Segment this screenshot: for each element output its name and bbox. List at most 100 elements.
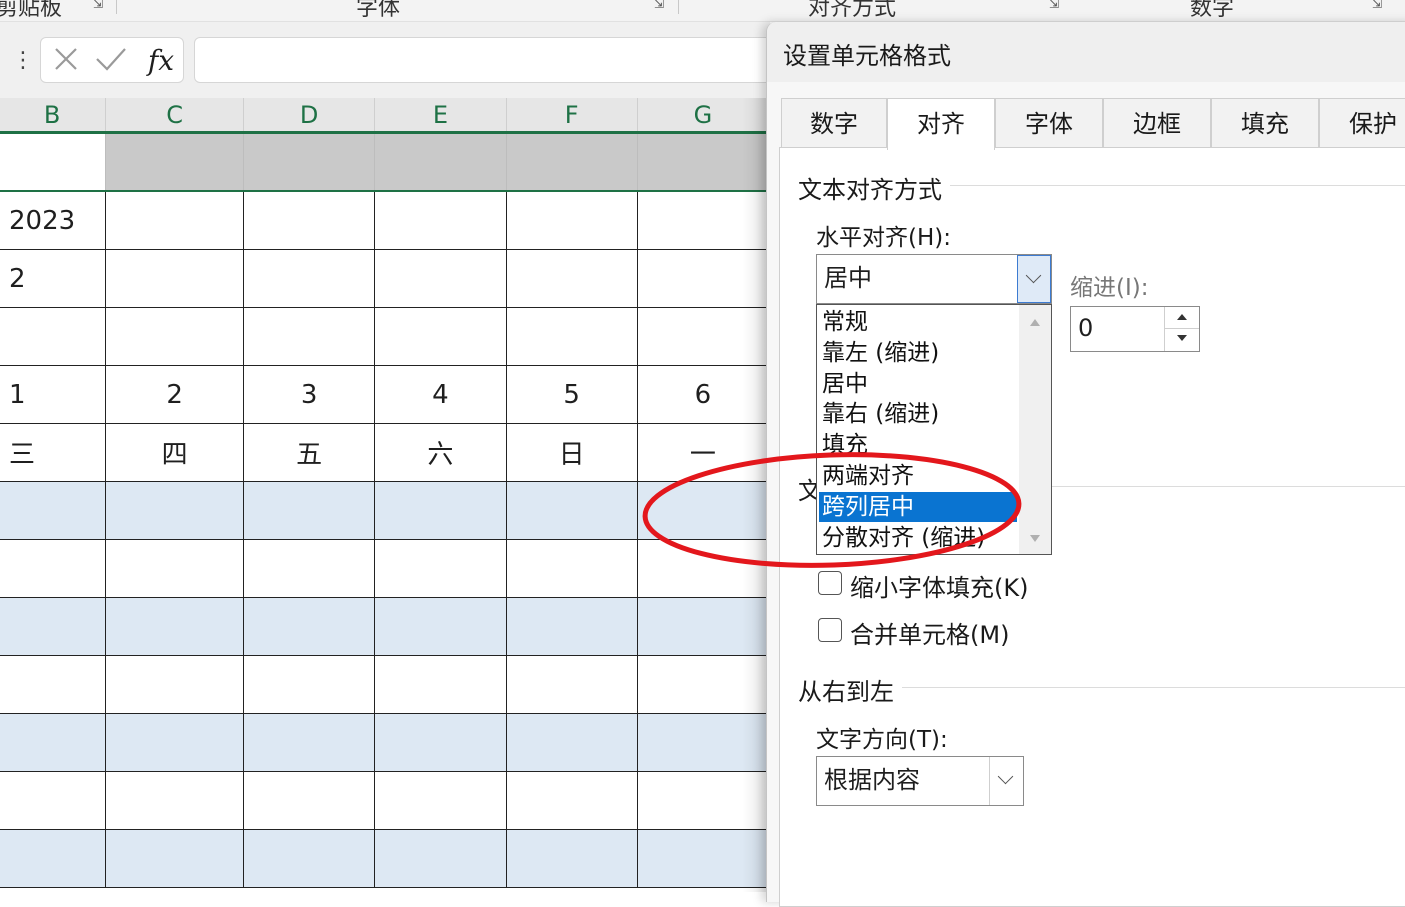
column-header-f[interactable]: F xyxy=(506,98,638,134)
cell[interactable] xyxy=(243,191,376,250)
vertical-ellipsis-icon[interactable]: ⋮ xyxy=(12,48,34,74)
cell[interactable]: 五 xyxy=(243,423,376,482)
cell[interactable] xyxy=(243,307,376,366)
dropdown-scrollbar[interactable] xyxy=(1019,305,1051,554)
cell[interactable] xyxy=(506,655,638,714)
alignment-launcher-icon[interactable]: ⇲ xyxy=(1049,0,1063,10)
dropdown-option[interactable]: 两端对齐 xyxy=(819,461,1009,491)
cell[interactable] xyxy=(374,539,507,598)
cell[interactable] xyxy=(105,597,245,656)
cell[interactable] xyxy=(0,307,107,366)
scroll-down-icon[interactable] xyxy=(1030,535,1040,542)
formula-input[interactable] xyxy=(194,37,774,83)
chevron-down-icon[interactable] xyxy=(989,757,1023,805)
cell[interactable] xyxy=(506,307,638,366)
cell[interactable]: 2 xyxy=(0,249,107,308)
cell[interactable]: 5 xyxy=(506,365,638,424)
increment-icon[interactable] xyxy=(1165,307,1199,329)
cell[interactable] xyxy=(105,829,245,888)
cell[interactable] xyxy=(0,771,107,830)
selected-cell[interactable] xyxy=(105,132,245,192)
cell[interactable] xyxy=(105,713,245,772)
insert-function-button[interactable]: fx xyxy=(141,44,181,78)
number-launcher-icon[interactable]: ⇲ xyxy=(1372,0,1386,10)
dropdown-option[interactable]: 靠右 (缩进) xyxy=(819,399,1009,429)
chevron-down-icon[interactable] xyxy=(1017,255,1051,303)
tab-font[interactable]: 字体 xyxy=(995,98,1103,148)
cell[interactable]: 3 xyxy=(243,365,376,424)
cell[interactable] xyxy=(0,713,107,772)
dropdown-option[interactable]: 居中 xyxy=(819,369,1009,399)
cell[interactable] xyxy=(105,191,245,250)
merge-cells-checkbox[interactable] xyxy=(818,618,842,642)
cell[interactable] xyxy=(105,539,245,598)
cell[interactable] xyxy=(374,771,507,830)
cell[interactable] xyxy=(0,481,107,540)
dropdown-option[interactable]: 跨列居中 xyxy=(819,491,1017,522)
cell[interactable] xyxy=(105,481,245,540)
cell[interactable] xyxy=(506,713,638,772)
cell[interactable] xyxy=(105,249,245,308)
tab-fill[interactable]: 填充 xyxy=(1211,98,1319,148)
cell[interactable] xyxy=(374,307,507,366)
column-header-d[interactable]: D xyxy=(243,98,376,134)
dropdown-option[interactable]: 常规 xyxy=(819,307,1009,337)
cell[interactable] xyxy=(374,829,507,888)
cell[interactable] xyxy=(0,829,107,888)
cell[interactable] xyxy=(243,771,376,830)
cell[interactable] xyxy=(506,481,638,540)
x-icon[interactable] xyxy=(49,44,83,78)
text-direction-select[interactable]: 根据内容 xyxy=(816,756,1024,806)
cell[interactable] xyxy=(243,481,376,540)
dropdown-option[interactable]: 填充 xyxy=(819,430,1009,460)
indent-stepper[interactable]: 0 xyxy=(1070,306,1200,352)
column-header-c[interactable]: C xyxy=(105,98,245,134)
cell[interactable] xyxy=(243,597,376,656)
cell[interactable]: 六 xyxy=(374,423,507,482)
cell[interactable] xyxy=(506,829,638,888)
selected-cell[interactable] xyxy=(374,132,507,192)
scroll-up-icon[interactable] xyxy=(1030,319,1040,326)
cell[interactable] xyxy=(506,191,638,250)
cell[interactable] xyxy=(243,829,376,888)
dropdown-option[interactable]: 靠左 (缩进) xyxy=(819,338,1009,368)
cell[interactable]: 四 xyxy=(105,423,245,482)
cell[interactable] xyxy=(0,655,107,714)
cell[interactable] xyxy=(374,597,507,656)
tab-border[interactable]: 边框 xyxy=(1103,98,1211,148)
decrement-icon[interactable] xyxy=(1165,328,1199,349)
cell[interactable] xyxy=(374,713,507,772)
cell[interactable]: 三 xyxy=(0,423,107,482)
cell[interactable] xyxy=(105,771,245,830)
tab-alignment[interactable]: 对齐 xyxy=(887,98,995,150)
cell[interactable] xyxy=(506,249,638,308)
cell[interactable] xyxy=(506,771,638,830)
cell[interactable] xyxy=(243,713,376,772)
cell[interactable]: 日 xyxy=(506,423,638,482)
cell[interactable] xyxy=(374,655,507,714)
cell[interactable]: 1 xyxy=(0,365,107,424)
cell[interactable] xyxy=(374,249,507,308)
font-launcher-icon[interactable]: ⇲ xyxy=(654,0,668,10)
check-icon[interactable] xyxy=(93,44,129,78)
cell[interactable]: 2 xyxy=(105,365,245,424)
clipboard-launcher-icon[interactable]: ⇲ xyxy=(93,0,107,10)
cell[interactable] xyxy=(105,655,245,714)
cell[interactable] xyxy=(374,481,507,540)
cell[interactable] xyxy=(506,539,638,598)
cell[interactable] xyxy=(0,597,107,656)
selected-cell[interactable] xyxy=(243,132,376,192)
selected-cell[interactable] xyxy=(506,132,638,192)
column-header-b[interactable]: B xyxy=(0,98,107,134)
tab-protection[interactable]: 保护 xyxy=(1319,98,1405,148)
dropdown-option[interactable]: 分散对齐 (缩进) xyxy=(819,523,1009,553)
cell[interactable] xyxy=(0,132,107,192)
cell[interactable] xyxy=(243,539,376,598)
cell[interactable]: 4 xyxy=(374,365,507,424)
cell[interactable] xyxy=(506,597,638,656)
cell[interactable] xyxy=(243,655,376,714)
column-header-e[interactable]: E xyxy=(374,98,507,134)
cell[interactable] xyxy=(105,307,245,366)
cell[interactable] xyxy=(0,539,107,598)
tab-number[interactable]: 数字 xyxy=(781,98,887,148)
